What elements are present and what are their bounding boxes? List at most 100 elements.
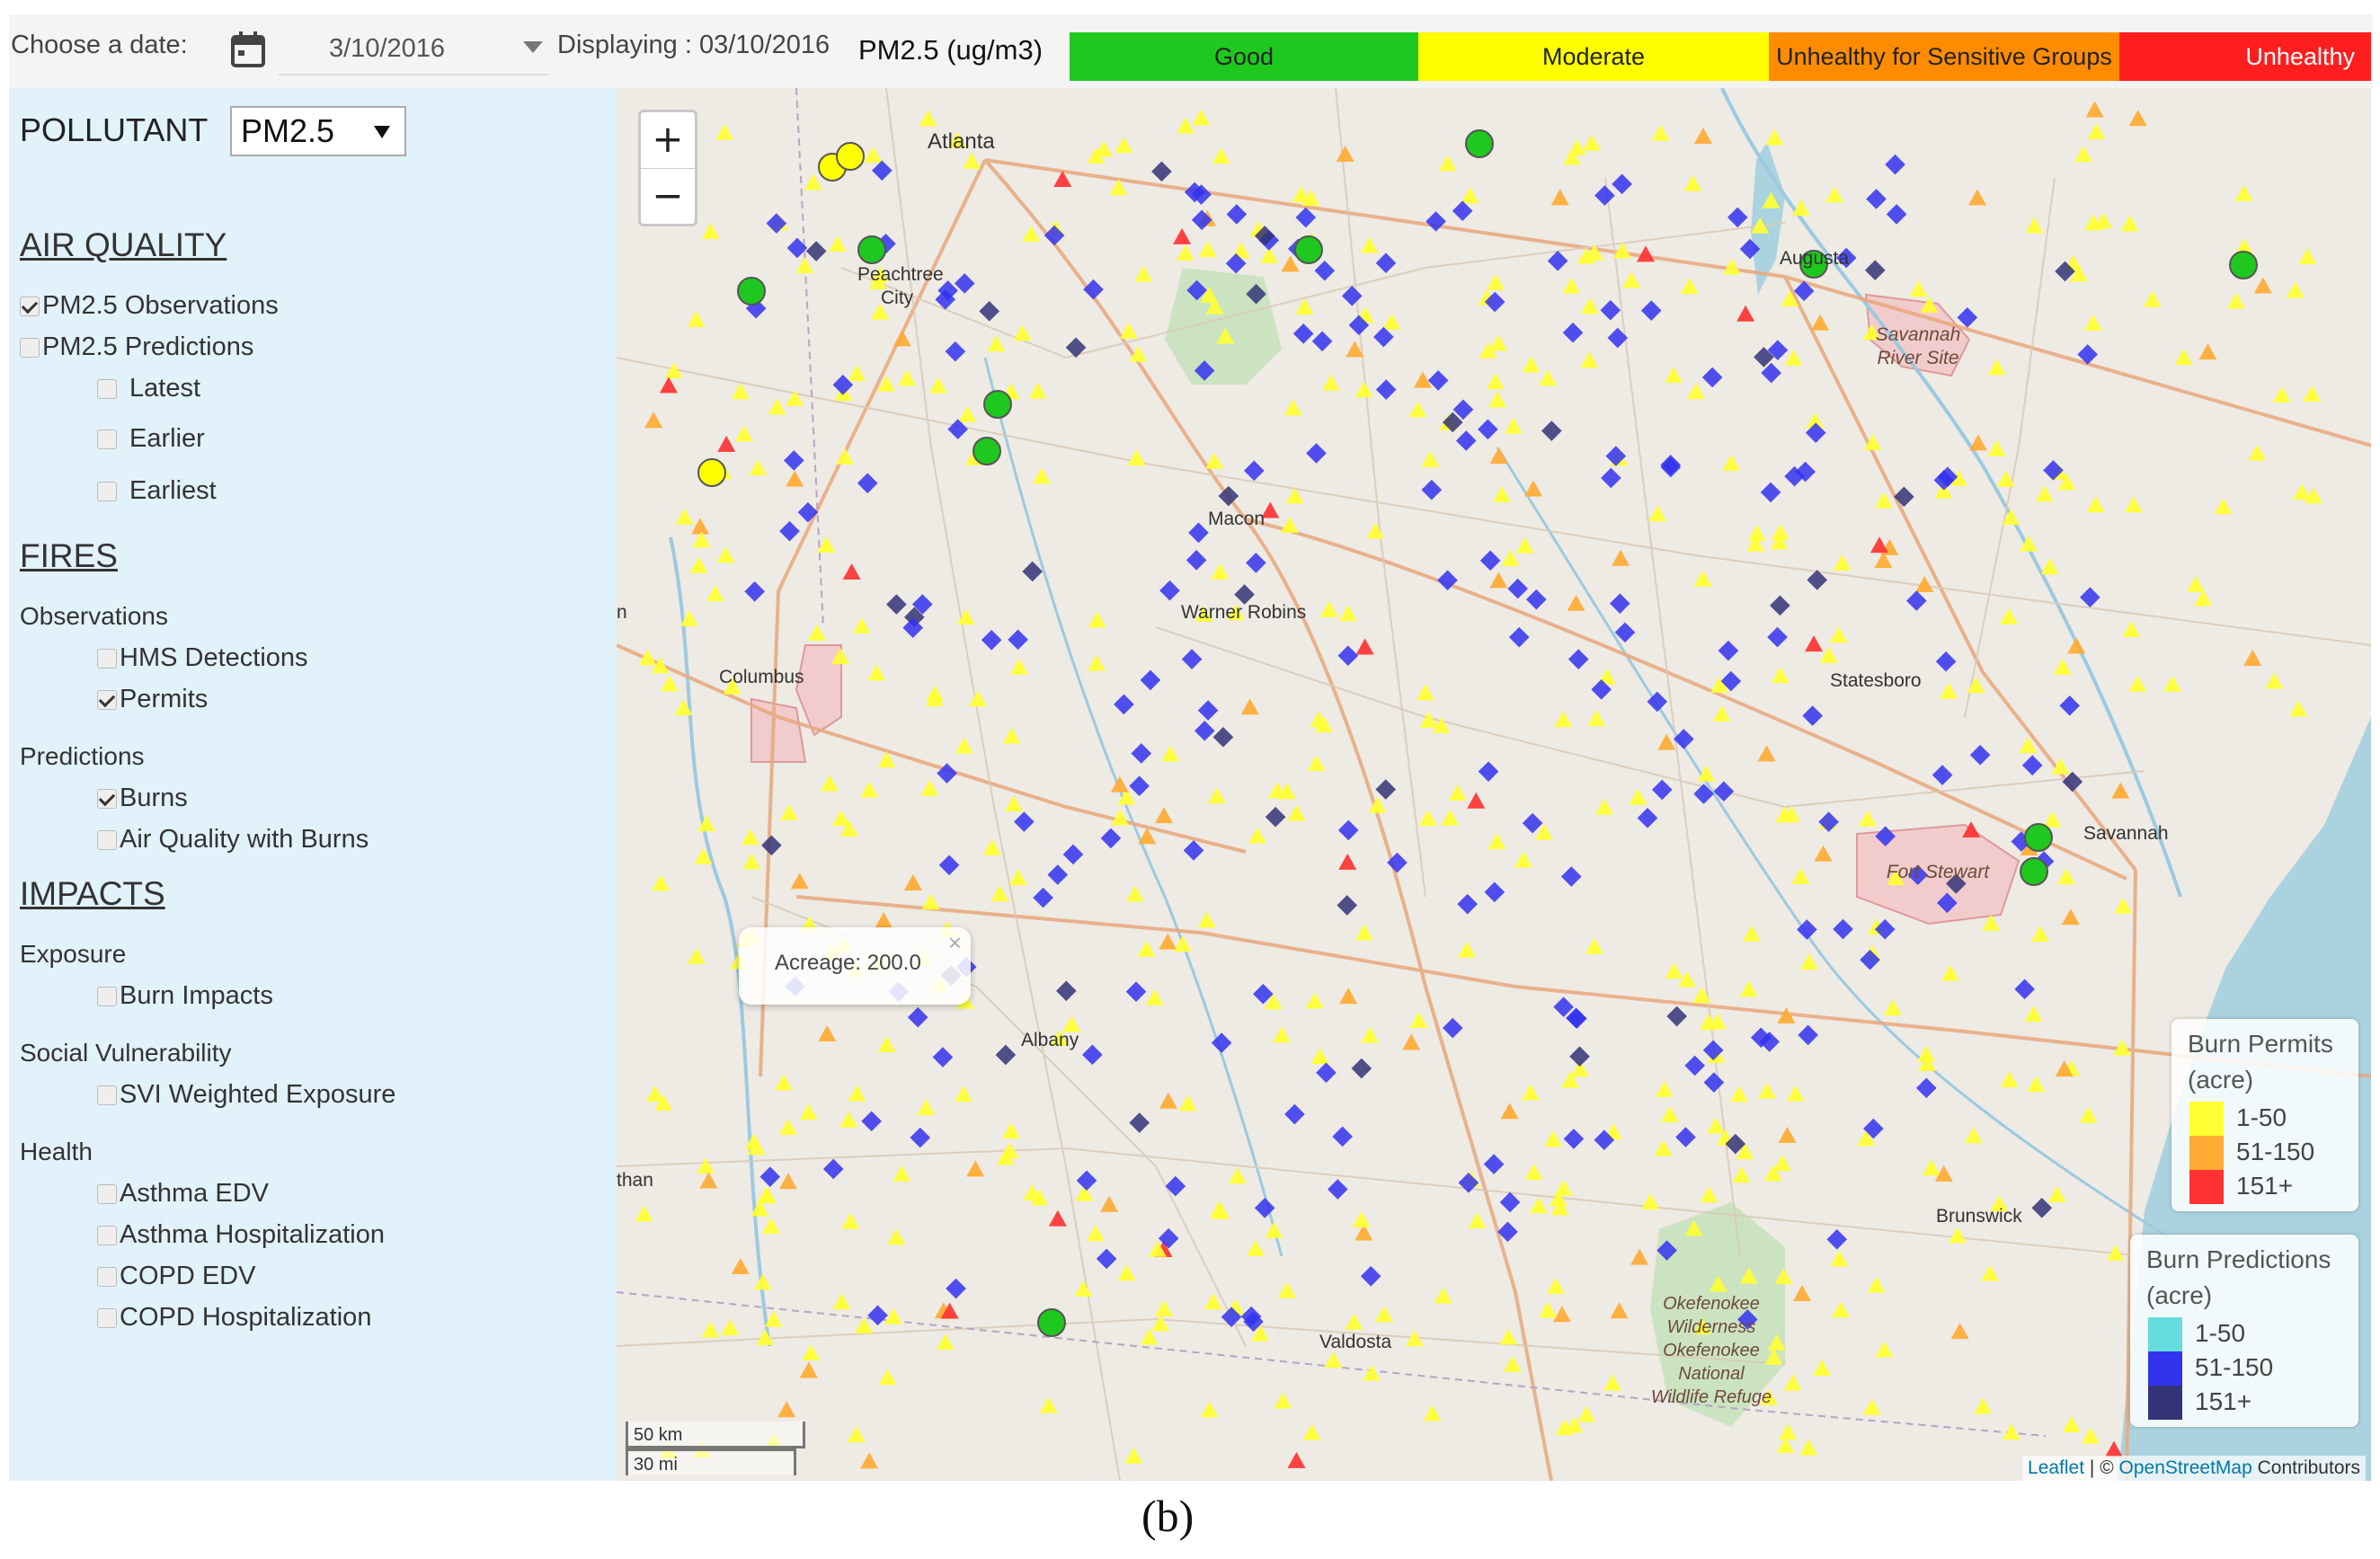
burn-permit-marker[interactable] <box>1968 434 1987 451</box>
burn-permit-marker[interactable] <box>1192 109 1211 126</box>
burn-prediction-marker[interactable] <box>1306 443 1327 464</box>
burn-prediction-marker[interactable] <box>2014 979 2035 1000</box>
burn-permit-marker[interactable] <box>1524 1164 1543 1181</box>
burn-permit-marker[interactable] <box>1352 1210 1371 1227</box>
burn-permit-marker[interactable] <box>1722 454 1741 471</box>
burn-prediction-marker[interactable] <box>759 1166 781 1187</box>
burn-permit-marker[interactable] <box>1468 1212 1487 1229</box>
burn-permit-marker[interactable] <box>1087 1225 1106 1242</box>
burn-permit-marker[interactable] <box>742 828 760 846</box>
burn-permit-marker[interactable] <box>1039 1396 1058 1413</box>
burn-permit-marker[interactable] <box>898 369 917 386</box>
burn-permit-marker[interactable] <box>1211 562 1230 580</box>
burn-permit-marker[interactable] <box>753 1273 772 1290</box>
burn-permit-marker[interactable] <box>1124 1447 1143 1464</box>
burn-prediction-marker[interactable] <box>946 1278 966 1299</box>
burn-permit-marker[interactable] <box>1310 1048 1329 1065</box>
burn-permit-marker[interactable] <box>1178 1094 1197 1112</box>
burn-permit-marker[interactable] <box>1859 810 1878 827</box>
burn-permit-marker[interactable] <box>1500 1103 1519 1120</box>
burn-prediction-marker[interactable] <box>1295 207 1317 228</box>
burn-permit-marker[interactable] <box>1700 1186 1718 1203</box>
burn-permit-marker[interactable] <box>1739 980 1758 997</box>
burn-prediction-marker[interactable] <box>783 450 804 471</box>
burn-prediction-marker[interactable] <box>867 1305 888 1326</box>
burn-permit-marker[interactable] <box>1791 867 1810 884</box>
burn-permit-marker[interactable] <box>731 1257 750 1274</box>
burn-permit-marker[interactable] <box>1832 1301 1851 1318</box>
burn-permit-marker[interactable] <box>651 657 670 674</box>
burn-prediction-marker[interactable] <box>1131 743 1152 764</box>
burn-prediction-marker[interactable] <box>1183 840 1204 861</box>
burn-permit-marker[interactable] <box>1567 594 1585 611</box>
burn-permit-marker[interactable] <box>635 1205 653 1222</box>
burn-prediction-marker[interactable] <box>1885 154 1905 175</box>
burn-prediction-marker[interactable] <box>1194 721 1215 741</box>
burn-permit-marker[interactable] <box>1909 280 1928 297</box>
burn-permit-marker[interactable] <box>802 1344 821 1361</box>
burn-permit-marker[interactable] <box>958 405 977 422</box>
burn-prediction-marker[interactable] <box>938 855 960 876</box>
burn-permit-marker[interactable] <box>848 364 866 381</box>
burn-prediction-marker[interactable] <box>872 160 892 182</box>
burn-permit-marker[interactable] <box>1278 1281 1297 1298</box>
burn-permit-marker[interactable] <box>2061 908 2080 926</box>
burn-permit-marker[interactable] <box>715 123 734 140</box>
burns-checkbox[interactable] <box>97 788 117 809</box>
burn-permit-marker[interactable] <box>1799 953 1818 970</box>
copd-hosp-row[interactable]: COPD Hospitalization <box>97 1303 371 1333</box>
burn-prediction-marker[interactable] <box>1802 705 1823 726</box>
burn-permit-marker[interactable] <box>701 1321 720 1338</box>
burn-permit-marker[interactable] <box>2174 349 2193 366</box>
burn-permit-marker[interactable] <box>2128 675 2147 692</box>
burn-permit-marker[interactable] <box>1324 1351 1343 1369</box>
burn-prediction-marker[interactable] <box>779 520 800 542</box>
burn-permit-marker[interactable] <box>921 893 940 910</box>
burn-permit-marker[interactable] <box>1773 1155 1792 1172</box>
burn-prediction-marker[interactable] <box>1637 808 1658 828</box>
burn-permit-marker[interactable] <box>2083 314 2102 332</box>
burn-permit-marker[interactable] <box>1248 827 1267 844</box>
burn-permit-marker[interactable] <box>1504 417 1523 434</box>
svi-checkbox[interactable] <box>97 1085 117 1105</box>
burn-prediction-marker[interactable] <box>1541 421 1562 441</box>
burn-prediction-marker[interactable] <box>1191 209 1212 231</box>
burn-permit-marker[interactable] <box>1176 244 1194 261</box>
burn-permit-marker[interactable] <box>762 1217 781 1234</box>
pm-predictions-row[interactable]: PM2.5 Predictions <box>20 332 253 362</box>
burn-permit-marker[interactable] <box>2031 925 2050 942</box>
burn-permit-marker[interactable] <box>1274 1392 1292 1409</box>
earliest-checkbox[interactable] <box>97 481 117 501</box>
burn-permit-marker[interactable] <box>963 152 981 169</box>
burn-prediction-marker[interactable] <box>1718 640 1739 661</box>
burn-permit-marker[interactable] <box>1205 452 1224 469</box>
burn-permit-marker[interactable] <box>1641 1192 1660 1209</box>
burn-permit-marker[interactable] <box>1137 940 1156 957</box>
burn-permit-marker[interactable] <box>1665 367 1683 384</box>
burn-permit-marker[interactable] <box>1577 1405 1596 1422</box>
burn-permit-marker[interactable] <box>804 173 822 190</box>
burn-permit-marker[interactable] <box>1486 373 1505 390</box>
burn-permit-marker[interactable] <box>1729 1085 1748 1103</box>
pm-station-marker[interactable] <box>983 390 1012 419</box>
burn-prediction-marker[interactable] <box>2062 771 2083 793</box>
burn-permit-marker[interactable] <box>864 146 883 163</box>
burn-permit-marker[interactable] <box>2043 811 2062 828</box>
burn-permit-marker[interactable] <box>966 1160 985 1177</box>
burn-prediction-marker[interactable] <box>1660 456 1682 478</box>
latest-checkbox[interactable] <box>97 378 117 399</box>
burn-permit-marker[interactable] <box>1758 1082 1777 1099</box>
burn-prediction-marker[interactable] <box>1332 1126 1353 1147</box>
earliest-row[interactable]: Earliest <box>97 476 217 506</box>
copd-edv-checkbox[interactable] <box>97 1266 117 1287</box>
burn-prediction-marker[interactable] <box>2059 695 2081 716</box>
pm-station-marker[interactable] <box>2024 823 2053 852</box>
burn-permit-marker[interactable] <box>2198 343 2217 360</box>
burn-prediction-marker[interactable] <box>1065 337 1087 359</box>
asthma-edv-row[interactable]: Asthma EDV <box>97 1179 269 1209</box>
burn-permit-marker[interactable] <box>2248 444 2267 461</box>
burn-prediction-marker[interactable] <box>857 473 878 494</box>
hms-row[interactable]: HMS Detections <box>97 643 308 673</box>
burn-permit-marker[interactable] <box>835 447 854 465</box>
burn-permit-marker[interactable] <box>1610 1302 1629 1319</box>
